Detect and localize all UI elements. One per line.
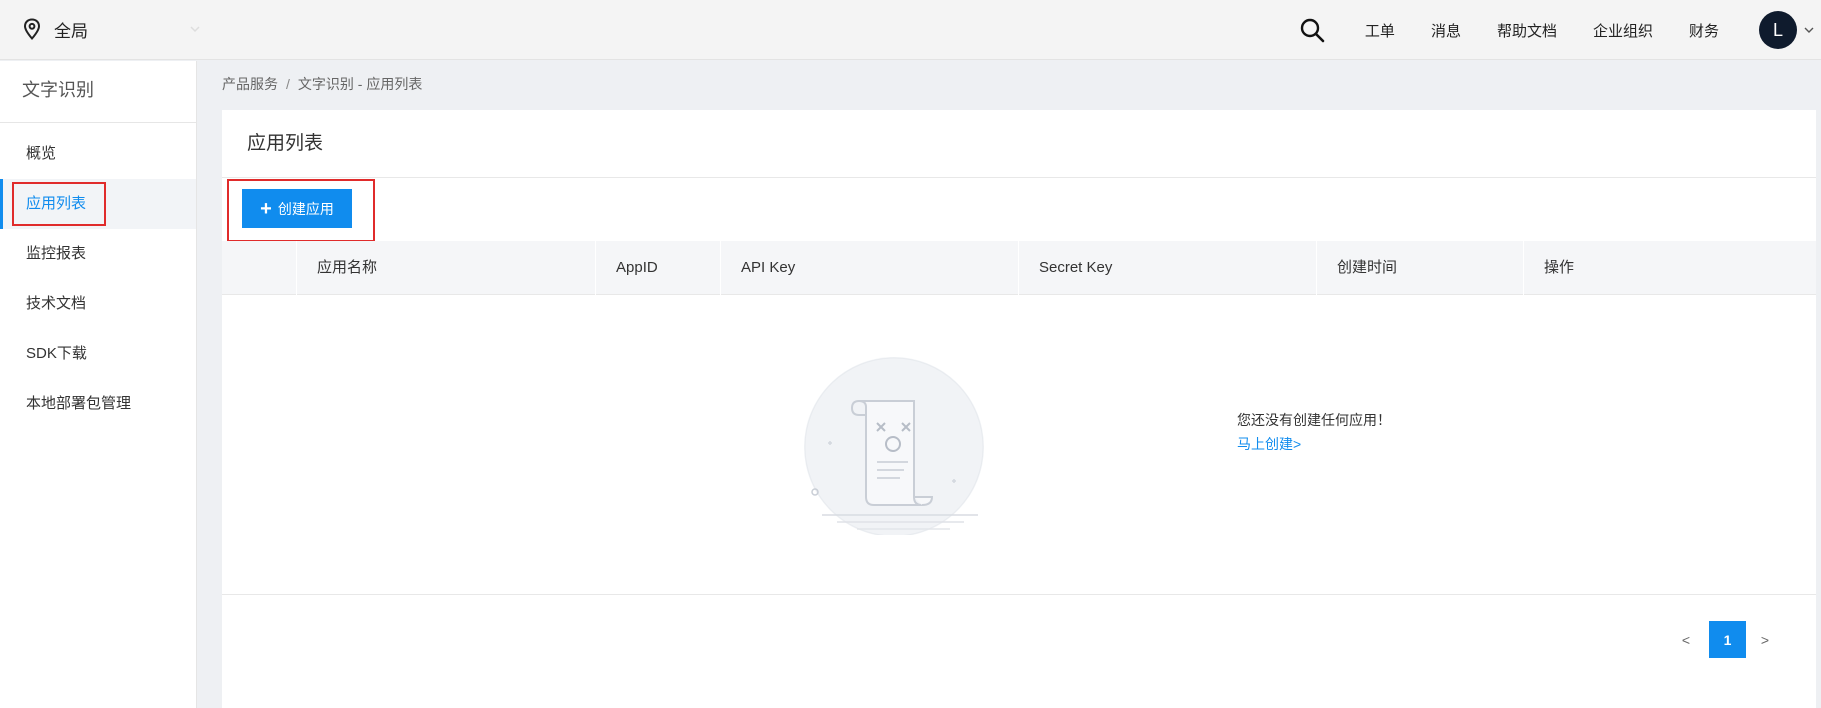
search-icon[interactable] [1299, 17, 1325, 43]
create-app-label: 创建应用 [277, 200, 334, 217]
sidebar-item-monitoring[interactable]: 监控报表 [0, 229, 196, 279]
nav-help-docs[interactable]: 帮助文档 [1497, 20, 1557, 41]
breadcrumb-root[interactable]: 产品服务 [222, 76, 278, 92]
nav-organization[interactable]: 企业组织 [1593, 20, 1653, 41]
sidebar-item-app-list[interactable]: 应用列表 [0, 179, 196, 229]
page-title: 应用列表 [222, 110, 1816, 178]
sidebar-item-label: 本地部署包管理 [26, 395, 132, 412]
nav-finance[interactable]: 财务 [1689, 20, 1719, 41]
column-actions: 操作 [1523, 241, 1816, 295]
table-header: 应用名称 AppID API Key Secret Key 创建时间 操作 [222, 241, 1816, 295]
create-now-link[interactable]: 马上创建> [1237, 434, 1301, 454]
chevron-down-icon[interactable] [1803, 24, 1815, 36]
sidebar-item-label: 监控报表 [26, 245, 87, 262]
table-divider [222, 594, 1816, 595]
column-app-name: 应用名称 [296, 241, 595, 295]
highlight-box [12, 182, 106, 226]
sidebar-item-label: 技术文档 [26, 295, 87, 312]
sidebar-item-overview[interactable]: 概览 [0, 129, 196, 179]
top-bar: 全局 工单 消息 帮助文档 企业组织 财务 L [0, 0, 1821, 60]
column-secret-key: Secret Key [1018, 241, 1316, 295]
breadcrumb-separator: / [286, 76, 290, 92]
pagination: < 1 > [1671, 621, 1780, 658]
column-created-time: 创建时间 [1316, 241, 1523, 295]
column-api-key: API Key [720, 241, 1018, 295]
column-checkbox [222, 241, 296, 295]
sidebar: 文字识别 概览 应用列表 监控报表 技术文档 SDK下载 本地部署包管理 [0, 61, 197, 708]
prev-page-button[interactable]: < [1671, 632, 1701, 648]
breadcrumb-current: 文字识别 - 应用列表 [297, 76, 423, 92]
nav-tickets[interactable]: 工单 [1365, 20, 1395, 41]
next-page-button[interactable]: > [1750, 632, 1780, 648]
page-1-button[interactable]: 1 [1709, 621, 1746, 658]
top-nav: 工单 消息 帮助文档 企业组织 财务 L [1299, 0, 1821, 60]
region-selector[interactable]: 全局 [22, 14, 202, 44]
create-app-button[interactable]: + 创建应用 [242, 189, 352, 228]
column-appid: AppID [595, 241, 720, 295]
nav-messages[interactable]: 消息 [1431, 20, 1461, 41]
avatar[interactable]: L [1759, 11, 1797, 49]
empty-document-icon [804, 357, 984, 535]
breadcrumb: 产品服务 / 文字识别 - 应用列表 [222, 74, 422, 94]
empty-state-message: 您还没有创建任何应用！ [1237, 412, 1391, 428]
sidebar-item-local-deploy[interactable]: 本地部署包管理 [0, 379, 196, 429]
chevron-down-icon [190, 26, 200, 33]
app-list-card: 应用列表 + 创建应用 应用名称 AppID API Key Secret Ke… [222, 110, 1816, 708]
sidebar-item-label: 概览 [26, 145, 57, 162]
plus-icon: + [260, 197, 272, 220]
sidebar-item-tech-docs[interactable]: 技术文档 [0, 279, 196, 329]
location-pin-icon [23, 18, 41, 40]
empty-state [802, 355, 1222, 535]
sidebar-item-sdk-download[interactable]: SDK下载 [0, 329, 196, 379]
region-label: 全局 [54, 21, 88, 41]
sidebar-title: 文字识别 [0, 61, 196, 123]
sidebar-item-label: SDK下载 [26, 345, 87, 362]
